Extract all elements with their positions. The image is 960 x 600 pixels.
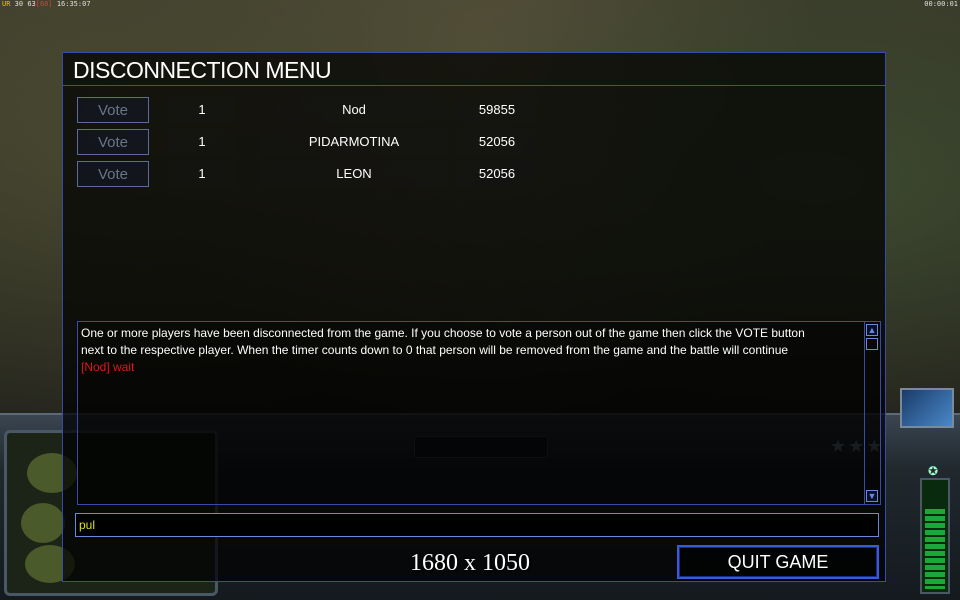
chat-input[interactable]: pul <box>75 513 879 537</box>
message-log-text: One or more players have been disconnect… <box>81 325 862 376</box>
info-message: next to the respective player. When the … <box>81 343 789 357</box>
title-divider <box>63 85 885 86</box>
info-message: One or more players have been disconnect… <box>81 326 805 340</box>
player-number: 1 <box>167 129 237 155</box>
hud-stat-a: UR <box>2 0 11 8</box>
game-timer: 00:00:01 <box>924 0 958 8</box>
scroll-down-icon[interactable]: ▼ <box>866 490 878 502</box>
player-number: 1 <box>167 97 237 123</box>
player-timer: 59855 <box>457 97 537 123</box>
message-scrollbar[interactable]: ▲ ▼ <box>864 322 880 504</box>
power-gauge-fill <box>925 509 945 589</box>
vote-button[interactable]: Vote <box>77 97 149 123</box>
resolution-caption: 1680 x 1050 <box>410 550 530 576</box>
quit-game-button[interactable]: QUIT GAME <box>677 545 879 579</box>
dialog-title: DISCONNECTION MENU <box>73 57 332 83</box>
message-log[interactable]: One or more players have been disconnect… <box>77 321 881 505</box>
player-name: Nod <box>259 97 449 123</box>
vote-button[interactable]: Vote <box>77 129 149 155</box>
chat-message: [Nod] wait <box>81 360 135 374</box>
terrain-blob <box>21 503 65 543</box>
player-number: 1 <box>167 161 237 187</box>
scroll-thumb[interactable] <box>866 338 878 350</box>
vote-button[interactable]: Vote <box>77 161 149 187</box>
disconnection-dialog: DISCONNECTION MENU Vote 1 Nod 59855 Vote… <box>62 52 886 582</box>
player-name: LEON <box>259 161 449 187</box>
hud-stat-d: [60] <box>35 0 53 8</box>
top-hud-bar: UR 30 63[60] 16:35:07 00:00:01 <box>0 0 960 10</box>
player-timer: 52056 <box>457 161 537 187</box>
power-gauge: ✪ <box>920 464 950 594</box>
star-icon: ✪ <box>927 464 939 478</box>
scroll-up-icon[interactable]: ▲ <box>866 324 878 336</box>
satellite-portrait-icon[interactable] <box>900 388 954 428</box>
player-timer: 52056 <box>457 129 537 155</box>
hud-stat-c: 63 <box>27 0 36 8</box>
hud-clock: 16:35:07 <box>56 0 91 8</box>
hud-stat-b: 30 <box>14 0 24 8</box>
top-left-stats: UR 30 63[60] 16:35:07 <box>2 0 91 9</box>
player-name: PIDARMOTINA <box>259 129 449 155</box>
